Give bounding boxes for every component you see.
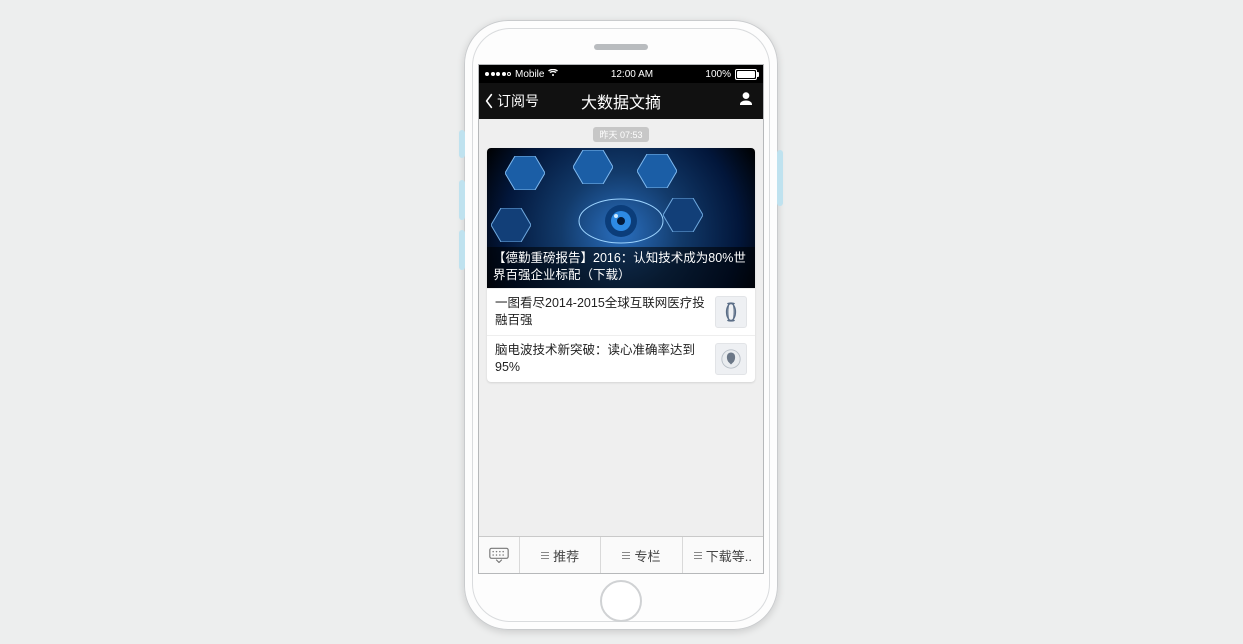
menu-lines-icon xyxy=(622,552,630,559)
menu-lines-icon xyxy=(694,552,702,559)
phone-speaker xyxy=(594,44,648,50)
nav-bar: 订阅号 大数据文摘 xyxy=(479,83,763,119)
profile-button[interactable] xyxy=(737,90,755,112)
clock-label: 12:00 AM xyxy=(611,69,653,80)
mute-switch[interactable] xyxy=(459,130,465,158)
eye-graphic-icon xyxy=(578,196,664,246)
volume-down-button[interactable] xyxy=(459,230,465,270)
keyboard-toggle-button[interactable] xyxy=(479,537,520,573)
battery-percent-label: 100% xyxy=(705,69,731,80)
article-title: 脑电波技术新突破：读心准确率达到95% xyxy=(495,342,707,376)
article-list-item[interactable]: 脑电波技术新突破：读心准确率达到95% xyxy=(487,335,755,382)
article-card: 【德勤重磅报告】2016：认知技术成为80%世界百强企业标配（下载） 一图看尽2… xyxy=(487,148,755,382)
menu-label: 专栏 xyxy=(634,546,660,565)
back-label: 订阅号 xyxy=(497,91,539,111)
signal-dots-icon xyxy=(485,72,511,76)
menu-button-recommend[interactable]: 推荐 xyxy=(520,537,601,573)
hero-article-title: 【德勤重磅报告】2016：认知技术成为80%世界百强企业标配（下载） xyxy=(487,247,755,288)
menu-label: 下载等.. xyxy=(706,546,752,565)
battery-icon xyxy=(735,69,757,80)
menu-label: 推荐 xyxy=(553,546,579,565)
chevron-left-icon xyxy=(483,93,495,109)
back-button[interactable]: 订阅号 xyxy=(479,91,539,111)
menu-lines-icon xyxy=(541,552,549,559)
screen: Mobile 12:00 AM 100% 订阅号 大数据文摘 xyxy=(478,64,764,574)
power-button[interactable] xyxy=(777,150,783,206)
phone-frame: Mobile 12:00 AM 100% 订阅号 大数据文摘 xyxy=(464,20,778,630)
hero-article[interactable]: 【德勤重磅报告】2016：认知技术成为80%世界百强企业标配（下载） xyxy=(487,148,755,288)
article-thumbnail xyxy=(715,296,747,328)
wifi-icon xyxy=(548,69,558,80)
volume-up-button[interactable] xyxy=(459,180,465,220)
bottom-menu-bar: 推荐 专栏 下载等.. xyxy=(479,536,763,573)
article-title: 一图看尽2014-2015全球互联网医疗投融百强 xyxy=(495,295,707,329)
carrier-label: Mobile xyxy=(515,69,544,80)
keyboard-icon xyxy=(489,547,509,563)
status-bar: Mobile 12:00 AM 100% xyxy=(479,65,763,83)
article-thumbnail xyxy=(715,343,747,375)
person-icon xyxy=(737,90,755,108)
feed-content[interactable]: 昨天 07:53 xyxy=(479,119,763,536)
menu-button-download[interactable]: 下载等.. xyxy=(683,537,763,573)
menu-button-column[interactable]: 专栏 xyxy=(601,537,682,573)
home-button[interactable] xyxy=(600,580,642,622)
message-timestamp: 昨天 07:53 xyxy=(593,127,648,142)
article-list-item[interactable]: 一图看尽2014-2015全球互联网医疗投融百强 xyxy=(487,288,755,335)
